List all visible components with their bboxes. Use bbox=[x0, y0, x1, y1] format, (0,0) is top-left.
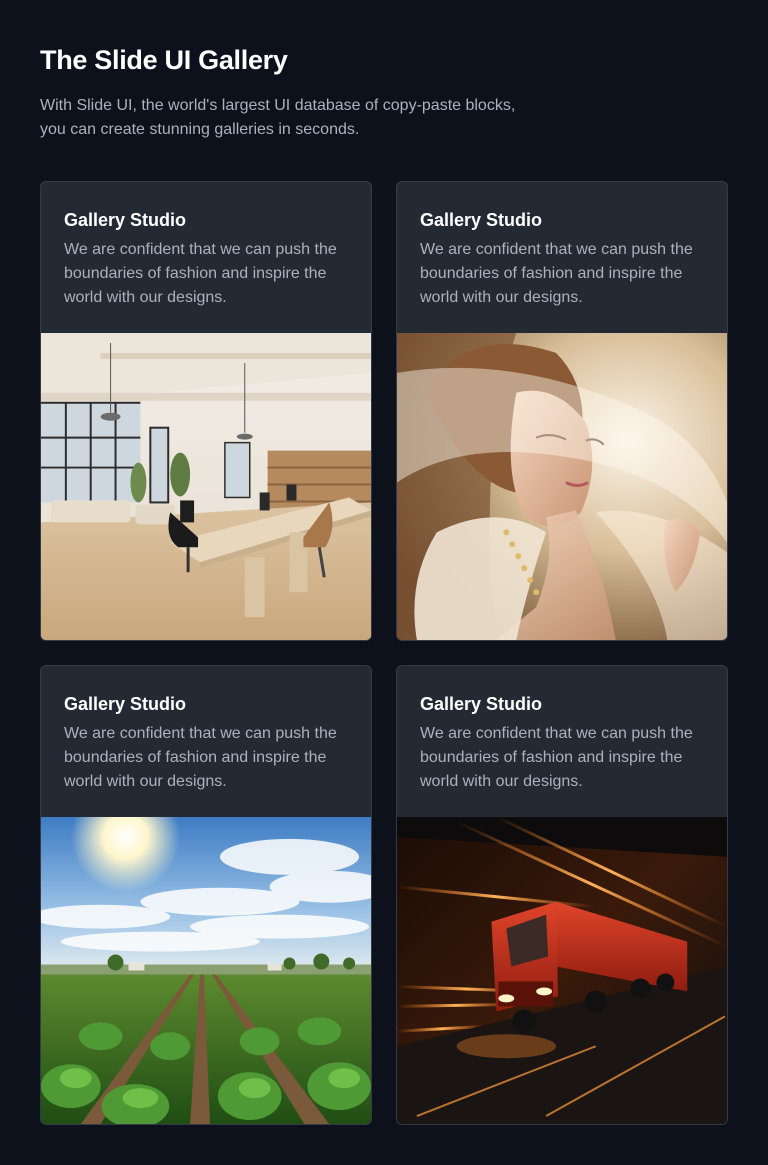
gallery-header: The Slide UI Gallery With Slide UI, the … bbox=[40, 42, 600, 142]
card-description: We are confident that we can push the bo… bbox=[64, 241, 337, 306]
gallery-grid: Gallery Studio We are confident that we … bbox=[40, 181, 728, 1125]
card-body: Gallery Studio We are confident that we … bbox=[41, 666, 371, 817]
card-title: Gallery Studio bbox=[420, 694, 543, 714]
card-title: Gallery Studio bbox=[420, 210, 543, 230]
card-body: Gallery Studio We are confident that we … bbox=[397, 182, 727, 333]
card-description: We are confident that we can push the bo… bbox=[64, 725, 337, 790]
gallery-card[interactable]: Gallery Studio We are confident that we … bbox=[396, 181, 728, 641]
veiled-woman-portrait-image bbox=[397, 333, 727, 640]
crop-field-landscape-image bbox=[41, 817, 371, 1124]
card-title: Gallery Studio bbox=[64, 210, 187, 230]
gallery-card[interactable]: Gallery Studio We are confident that we … bbox=[40, 181, 372, 641]
page-subtitle: With Slide UI, the world's largest UI da… bbox=[40, 94, 600, 142]
gallery-card[interactable]: Gallery Studio We are confident that we … bbox=[396, 665, 728, 1125]
card-description: We are confident that we can push the bo… bbox=[420, 725, 693, 790]
subtitle-line-2: you can create stunning galleries in sec… bbox=[40, 121, 360, 138]
red-truck-tunnel-image bbox=[397, 817, 727, 1124]
office-interior-image bbox=[41, 333, 371, 640]
gallery-card[interactable]: Gallery Studio We are confident that we … bbox=[40, 665, 372, 1125]
subtitle-line-1: With Slide UI, the world's largest UI da… bbox=[40, 97, 516, 114]
page-title: The Slide UI Gallery bbox=[40, 45, 288, 75]
card-body: Gallery Studio We are confident that we … bbox=[41, 182, 371, 333]
card-body: Gallery Studio We are confident that we … bbox=[397, 666, 727, 817]
card-title: Gallery Studio bbox=[64, 694, 187, 714]
card-description: We are confident that we can push the bo… bbox=[420, 241, 693, 306]
